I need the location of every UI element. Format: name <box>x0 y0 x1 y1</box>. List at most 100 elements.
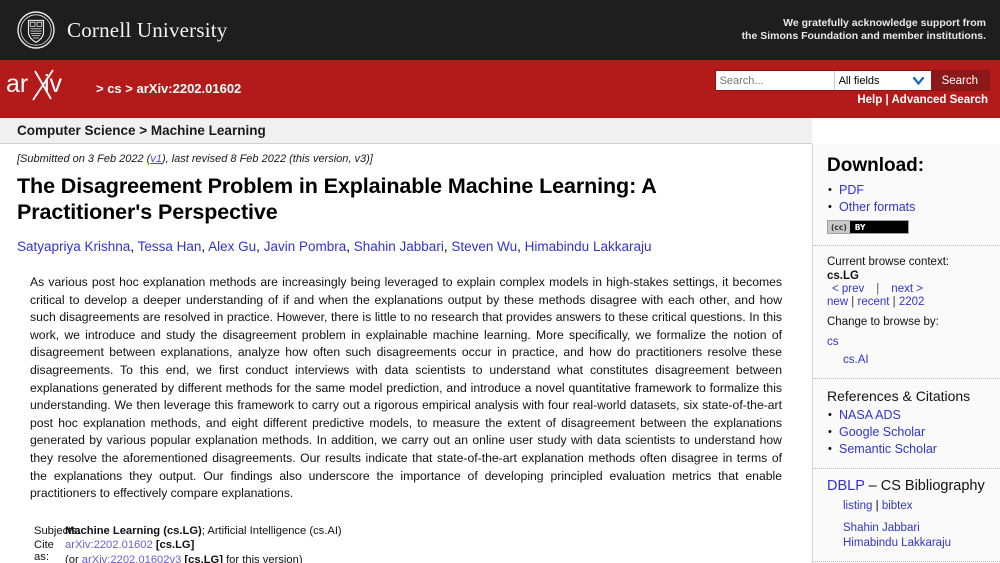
subjects-label: Subjects: <box>34 524 81 537</box>
dblp-author-link[interactable]: Himabindu Lakkaraju <box>843 537 951 549</box>
dblp-authors-list: Shahin Jabbari Himabindu Lakkaraju <box>827 521 988 551</box>
browse-context-block: Current browse context: cs.LG < prev | nex… <box>813 244 1000 378</box>
download-pdf-link[interactable]: PDF <box>839 183 864 197</box>
submission-prefix: [Submitted on 3 Feb 2022 ( <box>17 153 151 165</box>
references-citations-block: References & Citations NASA ADS Google S… <box>813 377 1000 468</box>
metadata-block: Subjects: Machine Learning (cs.LG); Arti… <box>17 525 794 563</box>
new-link[interactable]: new <box>827 296 848 308</box>
google-scholar-link[interactable]: Google Scholar <box>839 425 925 439</box>
secondary-subjects: ; Artificial Intelligence (cs.AI) <box>201 524 342 537</box>
prev-next-nav: < prev | next > <box>827 283 988 295</box>
author-link[interactable]: Javin Pombra <box>264 239 347 254</box>
arxiv-banner: ar iv > cs > arXiv:2202.01602 All fields… <box>0 60 1000 118</box>
arxiv-version-link[interactable]: arXiv:2202.01602v3 <box>82 554 182 563</box>
list-item[interactable]: Semantic Scholar <box>827 441 988 458</box>
list-item[interactable]: Google Scholar <box>827 424 988 441</box>
abstract-text: As various post hoc explanation methods … <box>30 275 782 501</box>
author-link[interactable]: Tessa Han <box>138 239 202 254</box>
search-input[interactable] <box>715 71 834 90</box>
dblp-listing-link[interactable]: listing <box>843 500 872 512</box>
author-link[interactable]: Satyapriya Krishna <box>17 239 130 254</box>
dblp-block: DBLP – CS Bibliography listing | bibtex … <box>813 467 1000 561</box>
submission-history-line: [Submitted on 3 Feb 2022 (v1), last revi… <box>17 153 794 165</box>
download-heading: Download: <box>827 155 925 176</box>
cite-primary-line: arXiv:2202.01602 [cs.LG] <box>65 539 303 551</box>
cc-badge-right: BY <box>849 221 908 233</box>
author-link[interactable]: Shahin Jabbari <box>354 239 444 254</box>
semantic-scholar-link[interactable]: Semantic Scholar <box>839 442 937 456</box>
author-link[interactable]: Alex Gu <box>208 239 256 254</box>
dblp-heading: DBLP – CS Bibliography <box>827 478 988 494</box>
dblp-separator: | <box>875 499 879 512</box>
subject-breadcrumb-strip: Computer Science > Machine Learning <box>0 118 812 144</box>
subjects-row: Subjects: Machine Learning (cs.LG); Arti… <box>17 525 794 537</box>
cornell-university-label: Cornell University <box>67 17 228 42</box>
dblp-heading-rest: – CS Bibliography <box>864 477 985 494</box>
primary-subject: Machine Learning (cs.LG) <box>65 524 202 537</box>
simons-acknowledgement: We gratefully acknowledge support from t… <box>742 17 986 44</box>
cite-as-label: Cite as: <box>34 538 54 563</box>
list-item[interactable]: NASA ADS <box>827 407 988 424</box>
search-zone: All fields Search Help | Advanced Search <box>714 60 1000 106</box>
list-item[interactable]: PDF <box>827 182 988 199</box>
arxiv-id-link[interactable]: arXiv:2202.01602 <box>65 539 153 551</box>
new-recent-nav: new | recent | 2202 <box>827 296 925 308</box>
dblp-author-row[interactable]: Himabindu Lakkaraju <box>843 536 988 551</box>
archive-link[interactable]: 2202 <box>899 296 925 308</box>
dblp-bibtex-link[interactable]: bibtex <box>882 500 913 512</box>
arxiv-banner-left: ar iv > cs > arXiv:2202.01602 <box>0 60 241 102</box>
search-form: All fields Search <box>714 70 990 91</box>
dblp-author-row[interactable]: Shahin Jabbari <box>843 521 988 536</box>
version-prefix: (or <box>65 553 82 563</box>
cite-as-row: Cite as: arXiv:2202.01602 [cs.LG] (or ar… <box>17 539 794 563</box>
cite-class: [cs.LG] <box>155 538 195 551</box>
recent-link[interactable]: recent <box>858 296 890 308</box>
change-browse-block: Change to browse by: cs cs.AI <box>827 315 988 368</box>
dblp-link[interactable]: DBLP <box>827 478 865 494</box>
cornell-brand[interactable]: Cornell University <box>16 10 228 50</box>
ack-line-1: We gratefully acknowledge support from <box>783 16 986 29</box>
authors-list: Satyapriya Krishna, Tessa Han, Alex Gu, … <box>17 239 652 254</box>
search-help-links: Help | Advanced Search <box>715 94 990 106</box>
browse-cs-link[interactable]: cs <box>827 336 839 348</box>
prev-link[interactable]: < prev <box>832 283 864 295</box>
search-button[interactable]: Search <box>930 71 989 90</box>
submission-suffix: ), last revised 8 Feb 2022 (this version… <box>161 153 373 165</box>
arxiv-logo-icon[interactable]: ar iv <box>6 66 90 102</box>
dblp-author-link[interactable]: Shahin Jabbari <box>843 522 920 534</box>
license-badge-cc-by-icon[interactable]: (cc) BY <box>827 220 909 234</box>
sidebar: Download: PDF Other formats (cc) BY Curr… <box>812 144 1000 563</box>
next-link[interactable]: next > <box>891 283 923 295</box>
cc-badge-left: (cc) <box>828 221 850 233</box>
references-links-list: NASA ADS Google Scholar Semantic Scholar <box>827 407 988 458</box>
author-link[interactable]: Steven Wu <box>451 239 517 254</box>
download-links-list: PDF Other formats <box>827 182 988 216</box>
search-field-wrapper: All fields <box>833 71 931 90</box>
ack-line-2: the Simons Foundation and member institu… <box>741 30 986 42</box>
subjects-value: Machine Learning (cs.LG); Artificial Int… <box>65 525 342 537</box>
advanced-search-link[interactable]: Advanced Search <box>891 94 988 106</box>
version-suffix: for this version) <box>222 553 303 563</box>
browse-csai-row: cs.AI <box>827 350 988 368</box>
help-link[interactable]: Help <box>857 94 882 106</box>
svg-text:iv: iv <box>44 70 63 98</box>
version-v1-link[interactable]: v1 <box>150 153 162 165</box>
prev-next-separator: | <box>876 283 880 295</box>
browse-csai-link[interactable]: cs.AI <box>843 354 869 366</box>
main-content-column: [Submitted on 3 Feb 2022 (v1), last revi… <box>0 144 812 563</box>
browse-cs-row: cs <box>827 331 988 350</box>
author-link[interactable]: Himabindu Lakkaraju <box>525 239 652 254</box>
dblp-sub-links: listing | bibtex <box>827 498 988 514</box>
change-browse-label: Change to browse by: <box>827 316 939 328</box>
cornell-header-bar: Cornell University We gratefully acknowl… <box>0 0 1000 60</box>
page-title: The Disagreement Problem in Explainable … <box>17 174 656 224</box>
breadcrumb[interactable]: > cs > arXiv:2202.01602 <box>96 73 241 96</box>
browse-context-value: cs.LG <box>827 270 859 282</box>
svg-text:ar: ar <box>6 70 28 98</box>
download-other-formats-link[interactable]: Other formats <box>839 200 915 214</box>
download-block: Download: PDF Other formats (cc) BY <box>813 144 1000 245</box>
nasa-ads-link[interactable]: NASA ADS <box>839 408 901 422</box>
list-item[interactable]: Other formats <box>827 199 988 216</box>
search-field-select[interactable]: All fields <box>833 71 931 90</box>
browse-context-label: Current browse context: <box>827 255 950 268</box>
